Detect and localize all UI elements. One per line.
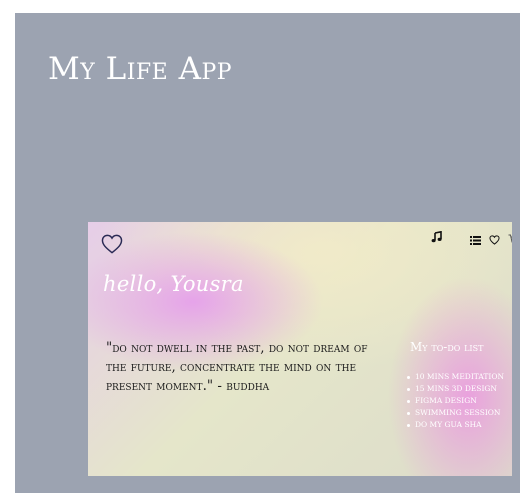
greeting-text: hello, Yousra <box>103 272 244 296</box>
todo-item[interactable]: swimming session <box>406 407 504 419</box>
app-background: My Life App hello, Yousra "do not dwell … <box>15 13 520 493</box>
heart-icon[interactable] <box>101 234 123 254</box>
todo-item[interactable]: do my gua sha <box>406 419 504 431</box>
daily-quote: "Do not dwell in the past, do not dream … <box>106 340 368 394</box>
todo-list-title: My to-do list <box>410 340 484 354</box>
todo-item[interactable]: 15 mins 3D design <box>406 383 504 395</box>
music-note-icon[interactable] <box>431 231 443 243</box>
heart-outline-icon[interactable] <box>489 235 500 245</box>
todo-list: 10 mins meditation 15 mins 3D design Fig… <box>406 371 504 431</box>
todo-item[interactable]: Figma design <box>406 395 504 407</box>
list-icon[interactable] <box>470 236 481 245</box>
cart-icon[interactable] <box>508 234 512 246</box>
home-card: hello, Yousra "Do not dwell in the past,… <box>88 222 512 476</box>
app-title: My Life App <box>48 51 233 87</box>
todo-item[interactable]: 10 mins meditation <box>406 371 504 383</box>
